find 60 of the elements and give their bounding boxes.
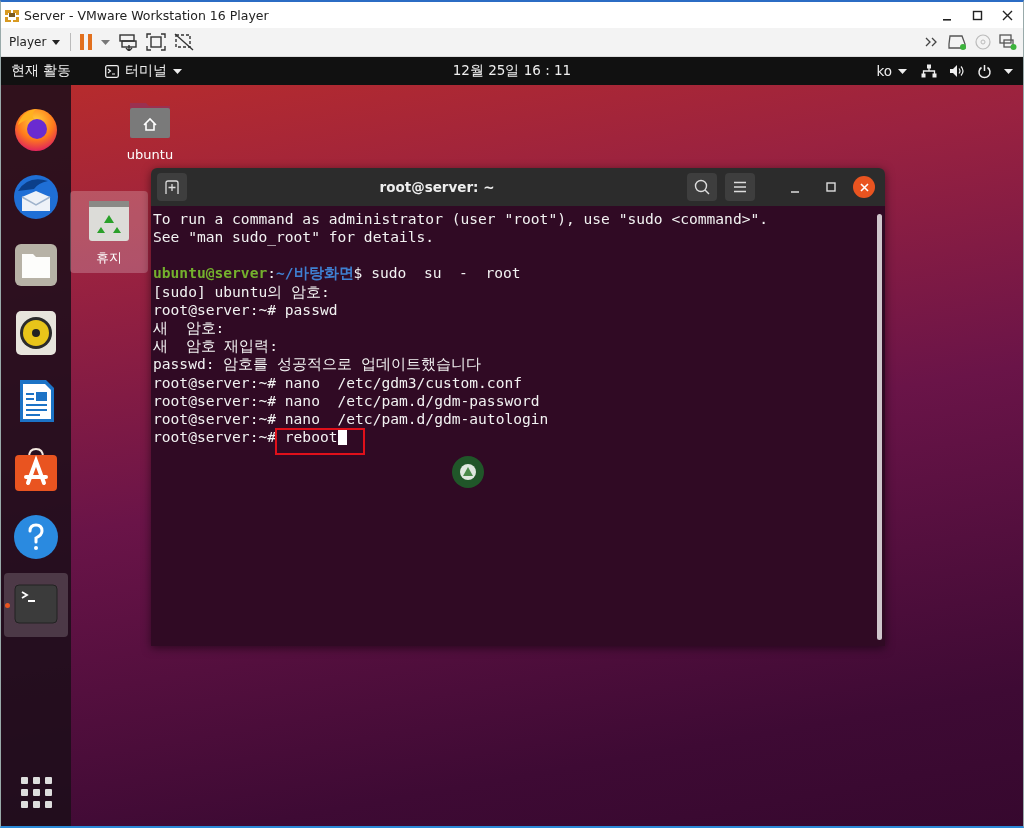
power-icon [977, 63, 992, 79]
icon-label[interactable]: 휴지 [96, 249, 122, 267]
prompt-path: ~/바탕화면 [276, 264, 354, 282]
search-icon [694, 179, 710, 195]
terminal-text: root@server:~# nano /etc/gdm3/custom.conf [153, 373, 523, 391]
close-button[interactable] [853, 176, 875, 198]
terminal-text: passwd: 암호를 성공적으로 업데이트했습니다 [153, 355, 481, 373]
network-icon [921, 64, 937, 78]
terminal-text: root@server:~# passwd [153, 300, 338, 318]
window-title: Server - VMware Workstation 16 Player [24, 7, 270, 23]
fullscreen-icon[interactable] [146, 33, 167, 51]
unity-icon[interactable] [174, 33, 195, 51]
app-menu[interactable]: 터미널 [105, 62, 183, 80]
input-source-menu[interactable]: ko [876, 63, 907, 79]
app-grid-icon[interactable] [20, 777, 52, 808]
pause-icon[interactable] [79, 33, 94, 51]
new-tab-icon [165, 180, 179, 194]
send-keys-icon[interactable] [118, 33, 139, 51]
help-icon[interactable] [12, 513, 60, 561]
volume-icon [949, 64, 965, 78]
busy-cursor-icon [451, 455, 485, 489]
new-tab-button[interactable] [157, 173, 187, 201]
player-menu[interactable]: Player [7, 33, 63, 51]
clock[interactable]: 12월 25일 16 : 11 [452, 62, 572, 80]
terminal-text: To run a command as administrator (user "root"), use "sudo <command>". [153, 210, 769, 227]
caret-icon [52, 39, 61, 45]
shopping-bag-icon[interactable] [12, 445, 60, 493]
system-menu[interactable] [921, 63, 1013, 79]
terminal-text: 새 암호: [153, 319, 225, 336]
terminal-text: root@server:~# [153, 428, 277, 446]
activities-button[interactable]: 현재 활동 [11, 62, 72, 80]
scrollbar[interactable] [877, 214, 882, 640]
terminal-text: $ sudo su - root [353, 264, 521, 282]
network-adapter-icon[interactable] [999, 34, 1017, 50]
menu-button[interactable] [725, 173, 755, 201]
mail-icon[interactable] [12, 173, 60, 221]
command-text: reboot [284, 428, 338, 446]
prompt-user: ubuntu@server [153, 264, 268, 282]
search-button[interactable] [687, 173, 717, 201]
caret-icon[interactable] [101, 39, 111, 45]
running-indicator [5, 603, 10, 608]
close-icon [859, 182, 869, 192]
terminal-text: root@server:~# nano /etc/pam.d/gdm-autologin [153, 410, 549, 428]
caret-icon [173, 68, 183, 74]
app-logo-icon [4, 7, 20, 23]
terminal-text: [sudo] ubuntu의 암호: [153, 282, 330, 300]
folder-icon[interactable] [12, 241, 60, 289]
terminal-icon [105, 64, 120, 78]
minimize-icon [790, 191, 800, 193]
caret-icon [1004, 68, 1013, 74]
caret-icon [898, 68, 907, 74]
terminal-text: : [267, 264, 277, 282]
terminal-text: root@server:~# nano /etc/pam.d/gdm-password [153, 391, 540, 409]
maximize-icon [826, 182, 836, 192]
terminal-text: 새 암호 재입력: [153, 337, 279, 355]
menu-icon [733, 181, 747, 193]
icon-label[interactable]: ubuntu [126, 147, 174, 162]
terminal-text: See "man sudo_root" for details. [153, 228, 435, 246]
chevrons-icon[interactable] [925, 37, 939, 47]
terminal-title: root@server: ~ [378, 179, 496, 195]
